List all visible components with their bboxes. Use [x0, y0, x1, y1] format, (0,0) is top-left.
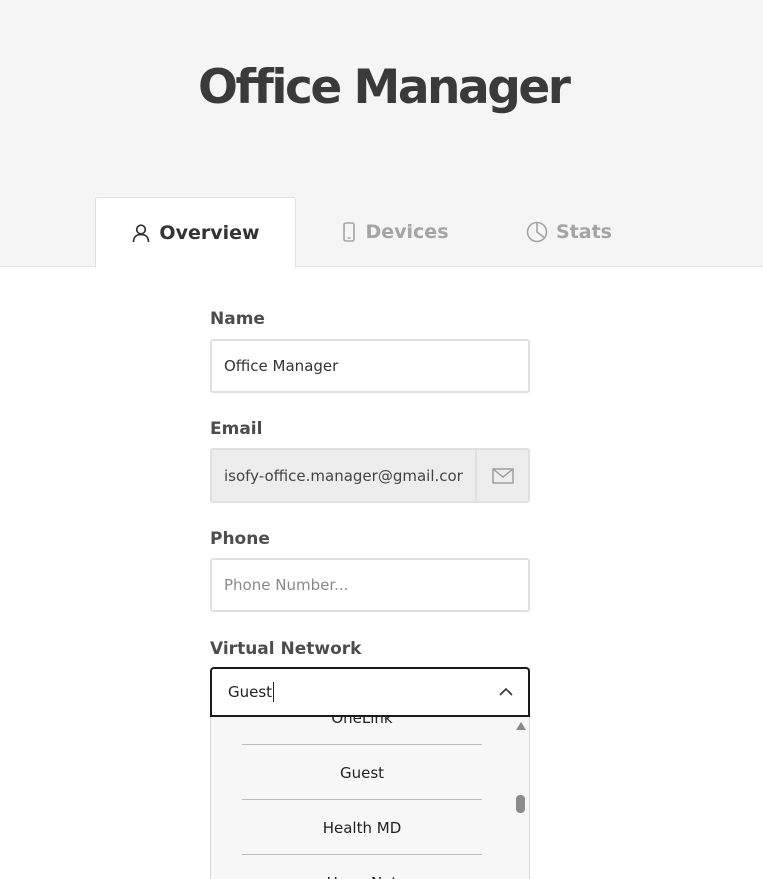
- phone-input[interactable]: [210, 558, 530, 612]
- scroll-up-arrow-icon[interactable]: [516, 722, 526, 730]
- chevron-up-icon[interactable]: [498, 685, 514, 699]
- virtual-network-select[interactable]: Guest: [210, 667, 530, 717]
- dropdown-option-onelink[interactable]: OneLink: [211, 717, 513, 745]
- dropdown-option-guest[interactable]: Guest: [211, 745, 513, 800]
- page-header: Office Manager Overview Devices Stats: [0, 0, 763, 268]
- name-input[interactable]: [210, 339, 530, 393]
- tab-label: Stats: [556, 221, 612, 243]
- email-field-group: [210, 448, 530, 503]
- page-title: Office Manager: [198, 60, 571, 115]
- dropdown-option-homenet[interactable]: HomeNet: [211, 855, 513, 879]
- pie-chart-icon: [526, 221, 548, 243]
- dropdown-options: OneLink Guest Health MD HomeNet: [211, 717, 513, 879]
- name-label: Name: [210, 309, 265, 329]
- phone-label: Phone: [210, 529, 270, 549]
- email-label: Email: [210, 419, 263, 439]
- virtual-network-value: Guest: [228, 683, 273, 701]
- text-caret: [273, 682, 275, 702]
- tab-stats[interactable]: Stats: [524, 197, 614, 267]
- tab-label: Overview: [159, 222, 260, 244]
- phone-icon: [343, 222, 356, 242]
- user-icon: [133, 224, 150, 243]
- dropdown-option-health-md[interactable]: Health MD: [211, 800, 513, 855]
- email-input[interactable]: [212, 450, 475, 501]
- tab-overview[interactable]: Overview: [95, 197, 296, 268]
- tab-devices[interactable]: Devices: [340, 197, 450, 267]
- email-addon: [475, 450, 528, 501]
- dropdown-options-viewport: OneLink Guest Health MD HomeNet: [211, 717, 513, 879]
- dropdown-scrollbar[interactable]: [511, 717, 529, 879]
- scrollbar-thumb[interactable]: [516, 795, 525, 813]
- envelope-icon: [491, 467, 514, 484]
- tab-label: Devices: [365, 221, 449, 243]
- virtual-network-label: Virtual Network: [210, 639, 362, 659]
- virtual-network-dropdown: OneLink Guest Health MD HomeNet: [210, 717, 530, 879]
